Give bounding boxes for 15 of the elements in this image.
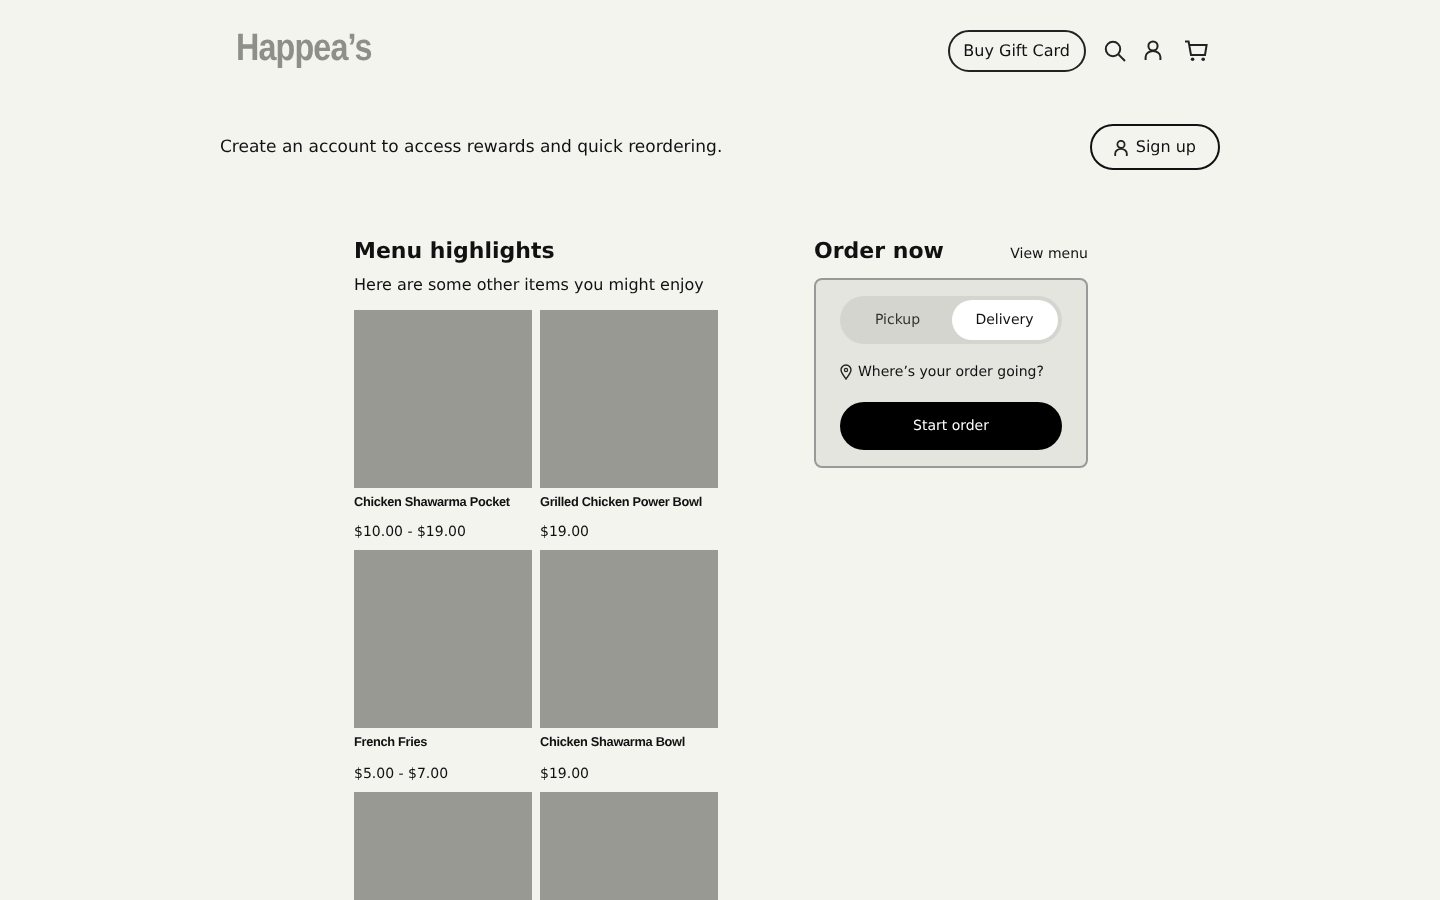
- location-pin-icon: [840, 364, 852, 380]
- cart-icon[interactable]: [1184, 39, 1208, 61]
- image-placeholder[interactable]: [540, 310, 718, 488]
- search-icon[interactable]: [1104, 39, 1126, 61]
- image-placeholder[interactable]: [540, 550, 718, 729]
- image-placeholder[interactable]: [354, 550, 532, 729]
- section-title: Menu highlights: [354, 238, 557, 264]
- person-icon: [1113, 139, 1128, 155]
- section-subtitle: Here are some other items you might enjoy: [354, 276, 706, 294]
- sign-up-button[interactable]: Sign up: [1089, 124, 1220, 170]
- account-icon[interactable]: [1144, 40, 1162, 60]
- section-title: Order now: [814, 238, 944, 264]
- account-prompt: Create an account to access rewards and quick reordering.: [220, 137, 723, 157]
- gift-card-button[interactable]: Buy Gift Card: [947, 29, 1086, 71]
- image-placeholder[interactable]: [354, 310, 532, 488]
